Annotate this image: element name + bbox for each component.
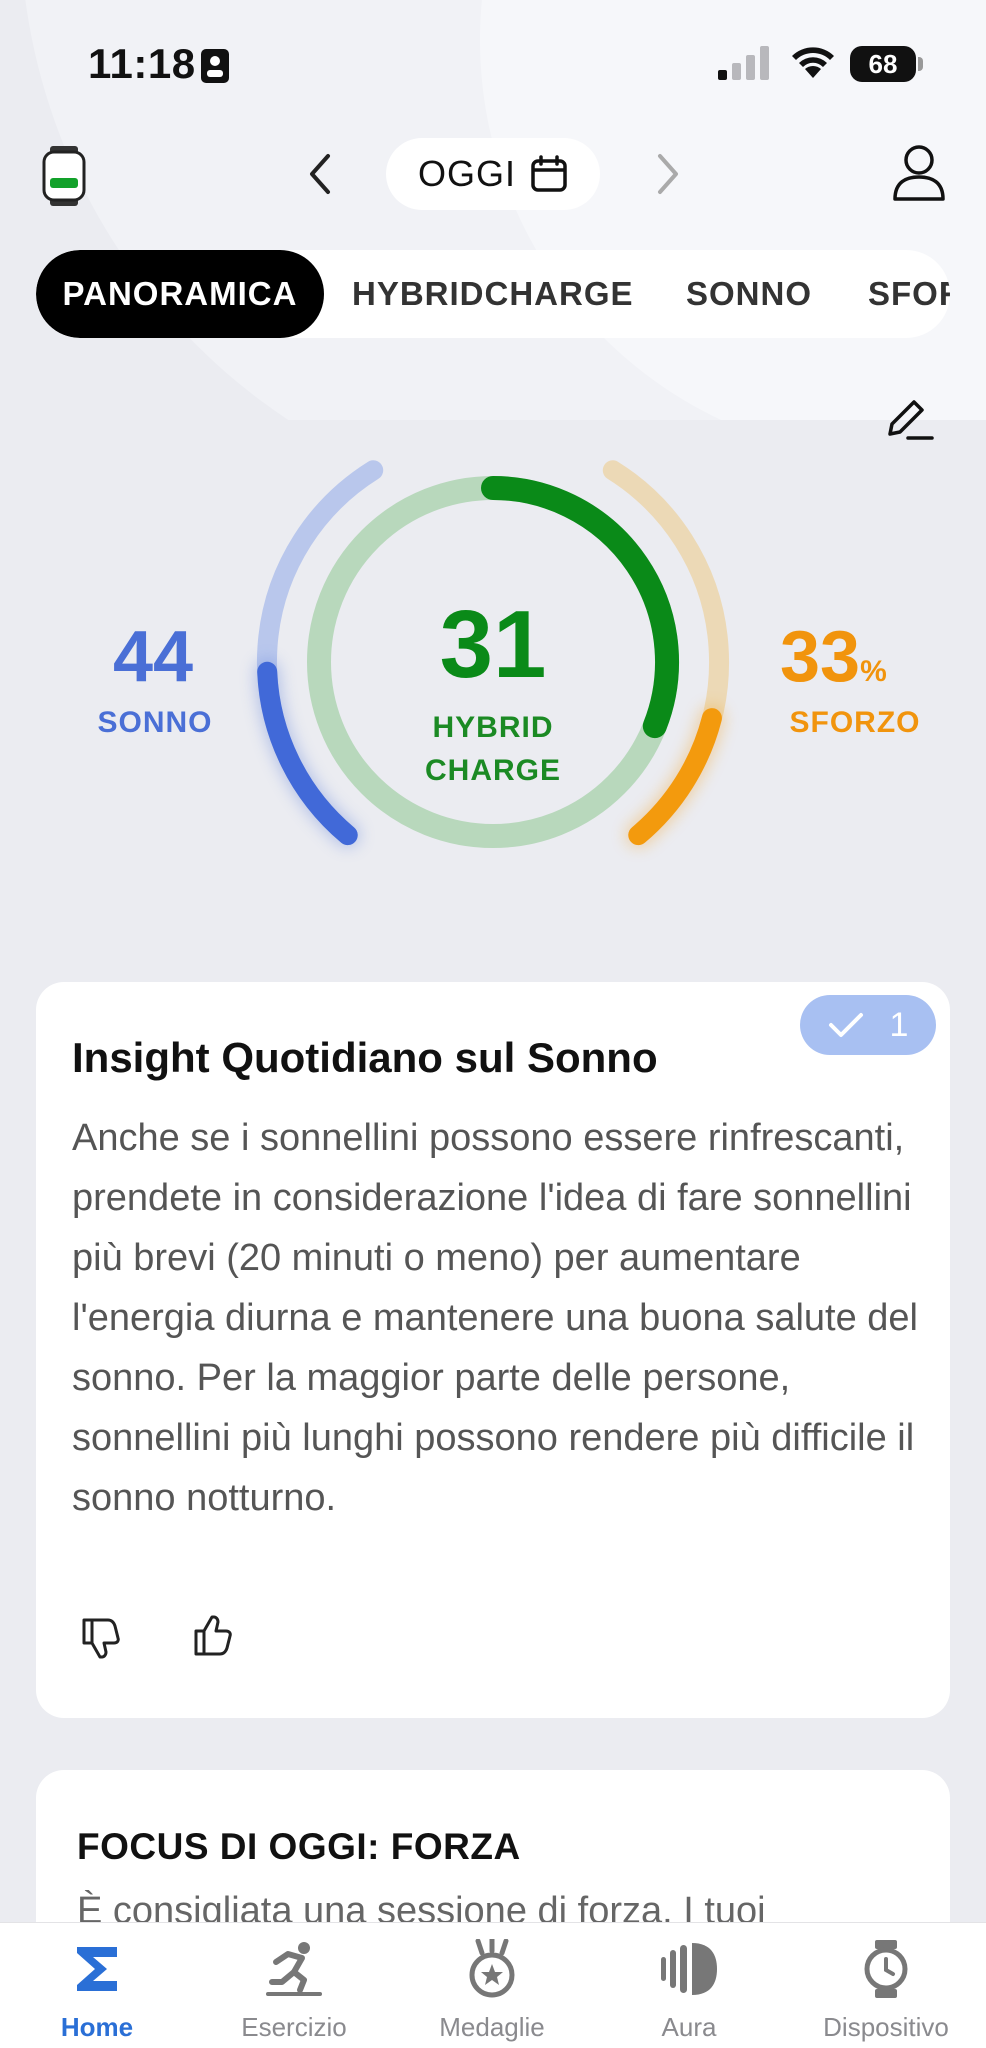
hybrid-charge-label-line2: CHARGE — [424, 754, 561, 787]
badge-count: 1 — [889, 1005, 909, 1044]
edit-icon[interactable] — [884, 396, 934, 442]
tab-hybridcharge[interactable]: HYBRIDCHARGE — [352, 250, 634, 338]
nav-dispositivo[interactable]: Dispositivo — [801, 1930, 971, 2048]
chevron-left-icon[interactable] — [300, 150, 340, 198]
nav-home[interactable]: Home — [12, 1930, 182, 2048]
status-time: 11:18 — [88, 40, 196, 87]
thumbs-up-icon[interactable] — [190, 1614, 236, 1660]
battery-tip — [918, 57, 923, 71]
hybrid-charge-value[interactable]: 31 — [393, 590, 593, 700]
nav-medaglie[interactable]: Medaglie — [407, 1930, 577, 2048]
focus-title: FOCUS DI OGGI: FORZA — [77, 1826, 521, 1867]
tab-bar: PANORAMICA HYBRIDCHARGE SONNO SFORZO — [36, 250, 950, 338]
watch-icon[interactable] — [40, 146, 88, 206]
calendar-icon — [531, 155, 567, 192]
nav-esercizio-label: Esercizio — [241, 2012, 347, 2042]
nav-esercizio[interactable]: Esercizio — [209, 1930, 379, 2048]
wifi-icon — [792, 47, 834, 78]
thumbs-down-icon[interactable] — [78, 1614, 124, 1660]
check-icon — [828, 1013, 863, 1037]
sonno-label: SONNO — [97, 706, 213, 739]
nav-medaglie-label: Medaglie — [439, 2012, 545, 2042]
runner-icon — [266, 1942, 322, 1996]
medal-icon — [469, 1939, 515, 1998]
date-label: OGGI — [417, 153, 516, 194]
id-card-icon — [201, 49, 229, 83]
status-bar: 11:18 68 — [0, 0, 986, 130]
date-selector[interactable]: OGGI — [386, 138, 600, 210]
insight-count-badge[interactable]: 1 — [800, 995, 936, 1055]
insight-body: Anche se i sonnellini possono essere rin… — [72, 1117, 918, 1519]
sforzo-value[interactable]: 33% — [780, 616, 887, 698]
profile-icon[interactable] — [892, 144, 946, 202]
insight-title: Insight Quotidiano sul Sonno — [72, 1034, 658, 1081]
sonno-value[interactable]: 44 — [88, 616, 218, 698]
tab-sforzo[interactable]: SFORZO — [868, 250, 950, 338]
nav-aura-label: Aura — [661, 2012, 717, 2042]
sigma-icon — [77, 1947, 117, 1991]
aura-icon — [661, 1943, 717, 1995]
sforzo-number: 33 — [780, 617, 861, 697]
nav-home-label: Home — [60, 2012, 134, 2042]
battery-indicator: 68 — [850, 46, 916, 82]
hybrid-charge-label: HYBRID CHARGE — [393, 706, 593, 792]
chevron-right-icon[interactable] — [648, 150, 688, 198]
hybrid-charge-label-line1: HYBRID — [432, 711, 554, 744]
nav-dispositivo-label: Dispositivo — [823, 2012, 949, 2042]
cellular-signal-icon — [718, 46, 769, 80]
nav-aura[interactable]: Aura — [604, 1930, 774, 2048]
sforzo-label: SFORZO — [789, 706, 921, 739]
tab-panoramica[interactable]: PANORAMICA — [36, 250, 324, 338]
sforzo-unit: % — [860, 655, 887, 688]
watch-icon — [864, 1940, 908, 1998]
tab-sonno[interactable]: SONNO — [686, 250, 812, 338]
